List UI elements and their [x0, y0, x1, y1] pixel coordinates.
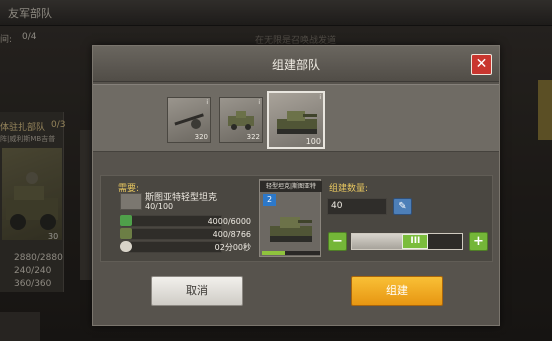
resource-row-time: 02分00秒: [122, 241, 251, 253]
info-icon[interactable]: i: [319, 94, 321, 101]
pencil-icon[interactable]: ✎: [393, 198, 412, 215]
build-button[interactable]: 组建: [351, 276, 443, 306]
rifle-icon: [174, 113, 204, 129]
part-count: 320: [194, 133, 208, 141]
slider-thumb[interactable]: III: [402, 234, 429, 249]
resource-value: 02分00秒: [214, 243, 251, 252]
tank-icon: [277, 111, 317, 134]
increase-button[interactable]: +: [469, 232, 488, 251]
oil-icon: [120, 228, 132, 239]
tank-icon: [270, 217, 312, 242]
unit-level-badge: 2: [263, 194, 276, 206]
requirement-unit-count: 40/100: [145, 202, 174, 211]
unit-card[interactable]: 轻型坦克|斯图亚特 2: [259, 179, 322, 257]
tank-icon: [120, 193, 142, 210]
armored-car-icon: [228, 111, 254, 130]
quantity-label: 组建数量:: [329, 184, 369, 194]
part-armored-car[interactable]: i 322: [219, 97, 263, 143]
part-count: 100: [305, 137, 321, 146]
cash-icon: [120, 215, 132, 226]
dialog-title: 组建部队: [271, 58, 320, 72]
cancel-button[interactable]: 取消: [151, 276, 243, 306]
info-icon[interactable]: i: [258, 99, 260, 106]
resource-row-oil: 400/8766: [122, 228, 251, 240]
info-icon[interactable]: i: [206, 99, 208, 106]
decrease-button[interactable]: −: [328, 232, 347, 251]
dialog-header: 组建部队 ✕: [93, 46, 499, 82]
timer-icon: [120, 241, 132, 252]
part-rifle[interactable]: i 320: [167, 97, 211, 143]
quantity-input[interactable]: 40: [327, 198, 387, 215]
resource-row-cash: 4000/6000: [122, 215, 251, 227]
resource-value: 400/8766: [212, 230, 251, 239]
parts-strip: i 320 i 322 i 100: [93, 84, 499, 152]
part-count: 322: [246, 133, 260, 141]
part-light-tank[interactable]: i 100: [267, 91, 325, 149]
unit-progress-fill: [262, 251, 286, 255]
unit-card-title: 轻型坦克|斯图亚特: [260, 181, 322, 192]
build-unit-dialog: 组建部队 ✕ i 320 i 322 i 100 需要: 斯图亚特轻型坦克 40…: [92, 45, 500, 326]
unit-progress-bar: [262, 251, 320, 255]
resource-value: 4000/6000: [207, 217, 251, 226]
close-button[interactable]: ✕: [471, 54, 492, 75]
quantity-slider[interactable]: III: [351, 233, 463, 250]
